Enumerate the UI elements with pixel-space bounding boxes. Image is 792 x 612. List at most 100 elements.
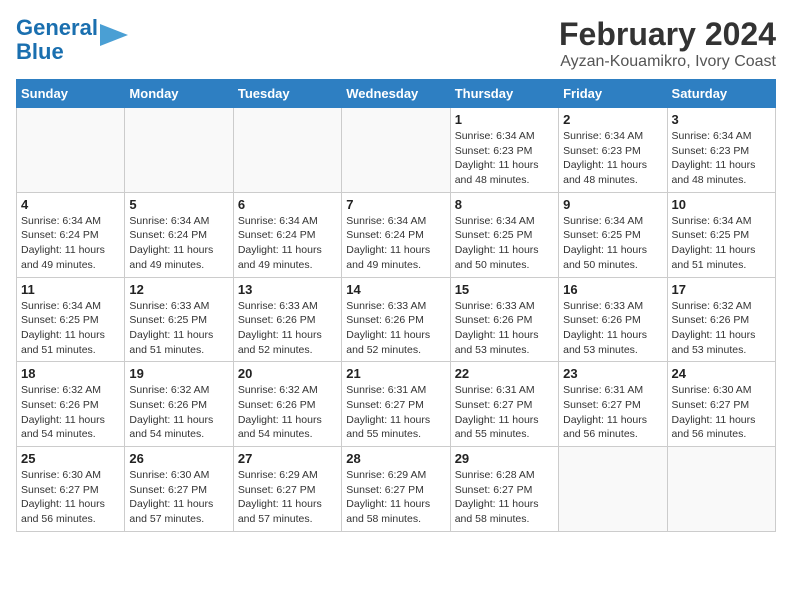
day-info: Sunrise: 6:34 AM Sunset: 6:23 PM Dayligh… (455, 129, 554, 188)
day-info: Sunrise: 6:34 AM Sunset: 6:24 PM Dayligh… (129, 214, 228, 273)
title-area: February 2024 Ayzan-Kouamikro, Ivory Coa… (559, 16, 776, 71)
table-row: 25 Sunrise: 6:30 AM Sunset: 6:27 PM Dayli… (17, 447, 125, 532)
day-number: 15 (455, 282, 554, 297)
calendar-header-tuesday: Tuesday (233, 80, 341, 108)
day-info: Sunrise: 6:32 AM Sunset: 6:26 PM Dayligh… (238, 383, 337, 442)
day-info: Sunrise: 6:31 AM Sunset: 6:27 PM Dayligh… (563, 383, 662, 442)
calendar-week-2: 4 Sunrise: 6:34 AM Sunset: 6:24 PM Daylig… (17, 192, 776, 277)
table-row: 18Sunrise: 6:32 AM Sunset: 6:26 PM Dayli… (17, 362, 125, 447)
day-info: Sunrise: 6:34 AM Sunset: 6:25 PM Dayligh… (21, 299, 120, 358)
logo: General Blue (16, 16, 128, 64)
day-number: 5 (129, 197, 228, 212)
calendar-header-wednesday: Wednesday (342, 80, 450, 108)
table-row: 28 Sunrise: 6:29 AM Sunset: 6:27 PM Dayli… (342, 447, 450, 532)
day-info: Sunrise: 6:34 AM Sunset: 6:23 PM Dayligh… (672, 129, 771, 188)
day-number: 9 (563, 197, 662, 212)
day-number: 29 (455, 451, 554, 466)
day-number: 17 (672, 282, 771, 297)
table-row: 1 Sunrise: 6:34 AM Sunset: 6:23 PM Daylig… (450, 108, 558, 193)
calendar-header-monday: Monday (125, 80, 233, 108)
table-row (667, 447, 775, 532)
day-number: 13 (238, 282, 337, 297)
table-row: 9 Sunrise: 6:34 AM Sunset: 6:25 PM Daylig… (559, 192, 667, 277)
table-row: 7 Sunrise: 6:34 AM Sunset: 6:24 PM Daylig… (342, 192, 450, 277)
calendar-header-thursday: Thursday (450, 80, 558, 108)
day-info: Sunrise: 6:33 AM Sunset: 6:25 PM Dayligh… (129, 299, 228, 358)
day-info: Sunrise: 6:30 AM Sunset: 6:27 PM Dayligh… (672, 383, 771, 442)
day-number: 28 (346, 451, 445, 466)
calendar-week-3: 11Sunrise: 6:34 AM Sunset: 6:25 PM Dayli… (17, 277, 776, 362)
day-info: Sunrise: 6:33 AM Sunset: 6:26 PM Dayligh… (455, 299, 554, 358)
table-row: 21 Sunrise: 6:31 AM Sunset: 6:27 PM Dayli… (342, 362, 450, 447)
table-row (17, 108, 125, 193)
table-row: 10Sunrise: 6:34 AM Sunset: 6:25 PM Dayli… (667, 192, 775, 277)
day-number: 8 (455, 197, 554, 212)
table-row (342, 108, 450, 193)
day-number: 16 (563, 282, 662, 297)
calendar-header-sunday: Sunday (17, 80, 125, 108)
table-row (125, 108, 233, 193)
table-row: 16 Sunrise: 6:33 AM Sunset: 6:26 PM Dayli… (559, 277, 667, 362)
day-info: Sunrise: 6:34 AM Sunset: 6:23 PM Dayligh… (563, 129, 662, 188)
day-info: Sunrise: 6:33 AM Sunset: 6:26 PM Dayligh… (238, 299, 337, 358)
table-row: 14Sunrise: 6:33 AM Sunset: 6:26 PM Dayli… (342, 277, 450, 362)
logo-text: General Blue (16, 16, 98, 64)
calendar-week-5: 25 Sunrise: 6:30 AM Sunset: 6:27 PM Dayli… (17, 447, 776, 532)
table-row: 5 Sunrise: 6:34 AM Sunset: 6:24 PM Daylig… (125, 192, 233, 277)
day-info: Sunrise: 6:28 AM Sunset: 6:27 PM Dayligh… (455, 468, 554, 527)
day-info: Sunrise: 6:30 AM Sunset: 6:27 PM Dayligh… (129, 468, 228, 527)
day-number: 18 (21, 366, 120, 381)
day-number: 24 (672, 366, 771, 381)
table-row: 15 Sunrise: 6:33 AM Sunset: 6:26 PM Dayli… (450, 277, 558, 362)
table-row: 20 Sunrise: 6:32 AM Sunset: 6:26 PM Dayli… (233, 362, 341, 447)
calendar-header-row: SundayMondayTuesdayWednesdayThursdayFrid… (17, 80, 776, 108)
day-info: Sunrise: 6:31 AM Sunset: 6:27 PM Dayligh… (455, 383, 554, 442)
table-row: 19Sunrise: 6:32 AM Sunset: 6:26 PM Dayli… (125, 362, 233, 447)
table-row: 12 Sunrise: 6:33 AM Sunset: 6:25 PM Dayli… (125, 277, 233, 362)
day-info: Sunrise: 6:33 AM Sunset: 6:26 PM Dayligh… (563, 299, 662, 358)
header: General Blue February 2024 Ayzan-Kouamik… (16, 16, 776, 71)
day-number: 3 (672, 112, 771, 127)
day-number: 22 (455, 366, 554, 381)
day-info: Sunrise: 6:30 AM Sunset: 6:27 PM Dayligh… (21, 468, 120, 527)
day-number: 6 (238, 197, 337, 212)
day-info: Sunrise: 6:29 AM Sunset: 6:27 PM Dayligh… (346, 468, 445, 527)
day-number: 4 (21, 197, 120, 212)
calendar-week-4: 18 Sunrise: 6:32 AM Sunset: 6:26 PM Dayli… (17, 362, 776, 447)
page-title: February 2024 (559, 16, 776, 53)
day-info: Sunrise: 6:31 AM Sunset: 6:27 PM Dayligh… (346, 383, 445, 442)
table-row (233, 108, 341, 193)
day-number: 21 (346, 366, 445, 381)
day-number: 23 (563, 366, 662, 381)
table-row: 22 Sunrise: 6:31 AM Sunset: 6:27 PM Dayli… (450, 362, 558, 447)
table-row: 2 Sunrise: 6:34 AM Sunset: 6:23 PM Daylig… (559, 108, 667, 193)
day-info: Sunrise: 6:32 AM Sunset: 6:26 PM Dayligh… (672, 299, 771, 358)
logo-arrow-icon (100, 24, 128, 46)
day-info: Sunrise: 6:34 AM Sunset: 6:24 PM Dayligh… (21, 214, 120, 273)
table-row: 24 Sunrise: 6:30 AM Sunset: 6:27 PM Dayli… (667, 362, 775, 447)
calendar-table: SundayMondayTuesdayWednesdayThursdayFrid… (16, 79, 776, 532)
table-row: 29 Sunrise: 6:28 AM Sunset: 6:27 PM Dayli… (450, 447, 558, 532)
day-number: 20 (238, 366, 337, 381)
table-row: 17 Sunrise: 6:32 AM Sunset: 6:26 PM Dayli… (667, 277, 775, 362)
day-info: Sunrise: 6:34 AM Sunset: 6:25 PM Dayligh… (455, 214, 554, 273)
calendar-header-saturday: Saturday (667, 80, 775, 108)
table-row: 13 Sunrise: 6:33 AM Sunset: 6:26 PM Dayli… (233, 277, 341, 362)
day-info: Sunrise: 6:34 AM Sunset: 6:25 PM Dayligh… (563, 214, 662, 273)
table-row (559, 447, 667, 532)
table-row: 11Sunrise: 6:34 AM Sunset: 6:25 PM Dayli… (17, 277, 125, 362)
page-subtitle: Ayzan-Kouamikro, Ivory Coast (559, 53, 776, 71)
day-info: Sunrise: 6:34 AM Sunset: 6:24 PM Dayligh… (238, 214, 337, 273)
day-number: 2 (563, 112, 662, 127)
day-info: Sunrise: 6:34 AM Sunset: 6:24 PM Dayligh… (346, 214, 445, 273)
day-number: 12 (129, 282, 228, 297)
day-info: Sunrise: 6:34 AM Sunset: 6:25 PM Dayligh… (672, 214, 771, 273)
day-number: 7 (346, 197, 445, 212)
day-number: 25 (21, 451, 120, 466)
calendar-week-1: 1 Sunrise: 6:34 AM Sunset: 6:23 PM Daylig… (17, 108, 776, 193)
table-row: 6 Sunrise: 6:34 AM Sunset: 6:24 PM Daylig… (233, 192, 341, 277)
table-row: 27Sunrise: 6:29 AM Sunset: 6:27 PM Dayli… (233, 447, 341, 532)
table-row: 26Sunrise: 6:30 AM Sunset: 6:27 PM Dayli… (125, 447, 233, 532)
table-row: 8 Sunrise: 6:34 AM Sunset: 6:25 PM Daylig… (450, 192, 558, 277)
day-number: 1 (455, 112, 554, 127)
